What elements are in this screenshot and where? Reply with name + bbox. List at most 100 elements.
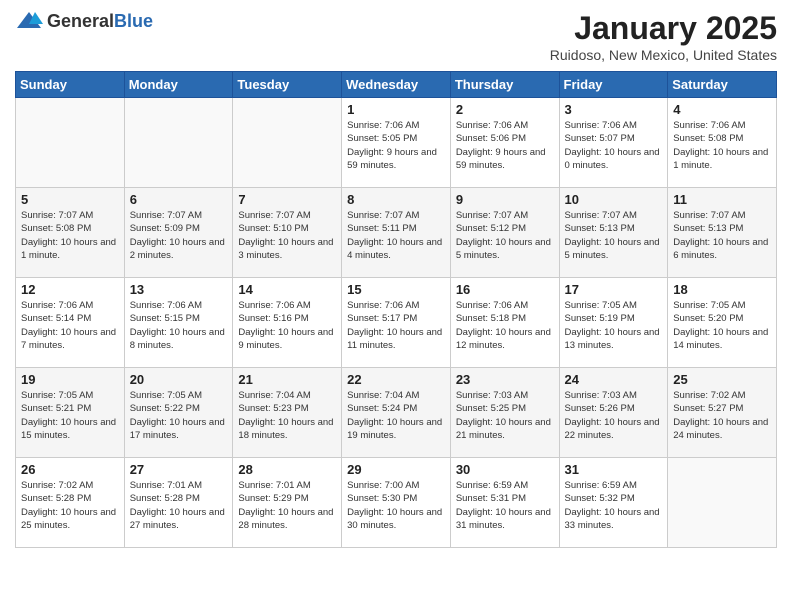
- calendar-cell: 3 Sunrise: 7:06 AMSunset: 5:07 PMDaylight…: [559, 98, 668, 188]
- day-number: 9: [456, 192, 554, 207]
- day-info: Sunrise: 7:01 AMSunset: 5:28 PMDaylight:…: [130, 479, 228, 532]
- calendar-cell: 8 Sunrise: 7:07 AMSunset: 5:11 PMDaylight…: [342, 188, 451, 278]
- calendar-cell: 7 Sunrise: 7:07 AMSunset: 5:10 PMDaylight…: [233, 188, 342, 278]
- weekday-header-sunday: Sunday: [16, 72, 125, 98]
- day-number: 31: [565, 462, 663, 477]
- weekday-header-monday: Monday: [124, 72, 233, 98]
- logo-blue: Blue: [114, 11, 153, 31]
- calendar-week-row: 12 Sunrise: 7:06 AMSunset: 5:14 PMDayligh…: [16, 278, 777, 368]
- day-info: Sunrise: 7:06 AMSunset: 5:17 PMDaylight:…: [347, 299, 445, 352]
- logo-general: General: [47, 11, 114, 31]
- calendar-cell: 25 Sunrise: 7:02 AMSunset: 5:27 PMDayligh…: [668, 368, 777, 458]
- day-number: 30: [456, 462, 554, 477]
- day-info: Sunrise: 7:05 AMSunset: 5:20 PMDaylight:…: [673, 299, 771, 352]
- day-number: 17: [565, 282, 663, 297]
- calendar-cell: 26 Sunrise: 7:02 AMSunset: 5:28 PMDayligh…: [16, 458, 125, 548]
- day-number: 20: [130, 372, 228, 387]
- day-info: Sunrise: 7:07 AMSunset: 5:08 PMDaylight:…: [21, 209, 119, 262]
- day-number: 8: [347, 192, 445, 207]
- calendar-cell: 4Sunrise: 7:06 AMSunset: 5:08 PMDaylight…: [668, 98, 777, 188]
- calendar-cell: 31 Sunrise: 6:59 AMSunset: 5:32 PMDayligh…: [559, 458, 668, 548]
- weekday-header-row: SundayMondayTuesdayWednesdayThursdayFrid…: [16, 72, 777, 98]
- day-info: Sunrise: 7:07 AMSunset: 5:09 PMDaylight:…: [130, 209, 228, 262]
- month-title: January 2025: [550, 10, 777, 47]
- logo-icon: [15, 10, 43, 32]
- weekday-header-wednesday: Wednesday: [342, 72, 451, 98]
- day-info: Sunrise: 6:59 AMSunset: 5:32 PMDaylight:…: [565, 479, 663, 532]
- day-number: 27: [130, 462, 228, 477]
- day-info: Sunrise: 7:05 AMSunset: 5:21 PMDaylight:…: [21, 389, 119, 442]
- day-number: 12: [21, 282, 119, 297]
- day-number: 22: [347, 372, 445, 387]
- day-info: Sunrise: 7:01 AMSunset: 5:29 PMDaylight:…: [238, 479, 336, 532]
- calendar-cell: 1Sunrise: 7:06 AMSunset: 5:05 PMDaylight…: [342, 98, 451, 188]
- calendar-cell: 14Sunrise: 7:06 AMSunset: 5:16 PMDayligh…: [233, 278, 342, 368]
- calendar-cell: [124, 98, 233, 188]
- calendar-cell: [233, 98, 342, 188]
- calendar-cell: 17 Sunrise: 7:05 AMSunset: 5:19 PMDayligh…: [559, 278, 668, 368]
- calendar-week-row: 19Sunrise: 7:05 AMSunset: 5:21 PMDayligh…: [16, 368, 777, 458]
- day-number: 23: [456, 372, 554, 387]
- day-number: 25: [673, 372, 771, 387]
- calendar-cell: 30 Sunrise: 6:59 AMSunset: 5:31 PMDayligh…: [450, 458, 559, 548]
- calendar-cell: 13 Sunrise: 7:06 AMSunset: 5:15 PMDayligh…: [124, 278, 233, 368]
- page-header: GeneralBlue January 2025 Ruidoso, New Me…: [15, 10, 777, 63]
- calendar-cell: 28Sunrise: 7:01 AMSunset: 5:29 PMDayligh…: [233, 458, 342, 548]
- day-info: Sunrise: 7:05 AMSunset: 5:22 PMDaylight:…: [130, 389, 228, 442]
- calendar-cell: 9Sunrise: 7:07 AMSunset: 5:12 PMDaylight…: [450, 188, 559, 278]
- calendar-cell: 6 Sunrise: 7:07 AMSunset: 5:09 PMDaylight…: [124, 188, 233, 278]
- calendar-cell: [16, 98, 125, 188]
- location-subtitle: Ruidoso, New Mexico, United States: [550, 47, 777, 63]
- day-number: 16: [456, 282, 554, 297]
- day-info: Sunrise: 7:06 AMSunset: 5:15 PMDaylight:…: [130, 299, 228, 352]
- day-info: Sunrise: 7:04 AMSunset: 5:23 PMDaylight:…: [238, 389, 336, 442]
- day-info: Sunrise: 7:06 AMSunset: 5:08 PMDaylight:…: [673, 119, 771, 172]
- calendar-week-row: 5 Sunrise: 7:07 AMSunset: 5:08 PMDaylight…: [16, 188, 777, 278]
- calendar-cell: 29 Sunrise: 7:00 AMSunset: 5:30 PMDayligh…: [342, 458, 451, 548]
- day-number: 6: [130, 192, 228, 207]
- day-info: Sunrise: 7:05 AMSunset: 5:19 PMDaylight:…: [565, 299, 663, 352]
- calendar-cell: 11 Sunrise: 7:07 AMSunset: 5:13 PMDayligh…: [668, 188, 777, 278]
- calendar-cell: 23Sunrise: 7:03 AMSunset: 5:25 PMDayligh…: [450, 368, 559, 458]
- day-info: Sunrise: 7:02 AMSunset: 5:28 PMDaylight:…: [21, 479, 119, 532]
- calendar-cell: 20 Sunrise: 7:05 AMSunset: 5:22 PMDayligh…: [124, 368, 233, 458]
- calendar-cell: [668, 458, 777, 548]
- day-info: Sunrise: 7:07 AMSunset: 5:13 PMDaylight:…: [565, 209, 663, 262]
- calendar-cell: 21 Sunrise: 7:04 AMSunset: 5:23 PMDayligh…: [233, 368, 342, 458]
- day-number: 15: [347, 282, 445, 297]
- calendar-cell: 19Sunrise: 7:05 AMSunset: 5:21 PMDayligh…: [16, 368, 125, 458]
- day-info: Sunrise: 7:06 AMSunset: 5:07 PMDaylight:…: [565, 119, 663, 172]
- day-number: 24: [565, 372, 663, 387]
- title-block: January 2025 Ruidoso, New Mexico, United…: [550, 10, 777, 63]
- day-number: 21: [238, 372, 336, 387]
- day-number: 18: [673, 282, 771, 297]
- calendar-cell: 24Sunrise: 7:03 AMSunset: 5:26 PMDayligh…: [559, 368, 668, 458]
- day-info: Sunrise: 7:07 AMSunset: 5:10 PMDaylight:…: [238, 209, 336, 262]
- day-info: Sunrise: 7:06 AMSunset: 5:14 PMDaylight:…: [21, 299, 119, 352]
- calendar-cell: 10 Sunrise: 7:07 AMSunset: 5:13 PMDayligh…: [559, 188, 668, 278]
- day-info: Sunrise: 7:06 AMSunset: 5:18 PMDaylight:…: [456, 299, 554, 352]
- day-number: 7: [238, 192, 336, 207]
- logo: GeneralBlue: [15, 10, 153, 32]
- calendar-cell: 5 Sunrise: 7:07 AMSunset: 5:08 PMDaylight…: [16, 188, 125, 278]
- day-info: Sunrise: 7:06 AMSunset: 5:05 PMDaylight:…: [347, 119, 445, 172]
- day-info: Sunrise: 7:07 AMSunset: 5:11 PMDaylight:…: [347, 209, 445, 262]
- day-number: 10: [565, 192, 663, 207]
- day-info: Sunrise: 6:59 AMSunset: 5:31 PMDaylight:…: [456, 479, 554, 532]
- day-info: Sunrise: 7:00 AMSunset: 5:30 PMDaylight:…: [347, 479, 445, 532]
- calendar-cell: 15 Sunrise: 7:06 AMSunset: 5:17 PMDayligh…: [342, 278, 451, 368]
- day-number: 13: [130, 282, 228, 297]
- calendar-week-row: 1Sunrise: 7:06 AMSunset: 5:05 PMDaylight…: [16, 98, 777, 188]
- day-number: 29: [347, 462, 445, 477]
- day-number: 5: [21, 192, 119, 207]
- calendar-cell: 16 Sunrise: 7:06 AMSunset: 5:18 PMDayligh…: [450, 278, 559, 368]
- day-number: 3: [565, 102, 663, 117]
- day-number: 11: [673, 192, 771, 207]
- day-info: Sunrise: 7:04 AMSunset: 5:24 PMDaylight:…: [347, 389, 445, 442]
- calendar-cell: 22 Sunrise: 7:04 AMSunset: 5:24 PMDayligh…: [342, 368, 451, 458]
- day-info: Sunrise: 7:07 AMSunset: 5:13 PMDaylight:…: [673, 209, 771, 262]
- day-number: 26: [21, 462, 119, 477]
- day-info: Sunrise: 7:02 AMSunset: 5:27 PMDaylight:…: [673, 389, 771, 442]
- weekday-header-saturday: Saturday: [668, 72, 777, 98]
- calendar-cell: 18 Sunrise: 7:05 AMSunset: 5:20 PMDayligh…: [668, 278, 777, 368]
